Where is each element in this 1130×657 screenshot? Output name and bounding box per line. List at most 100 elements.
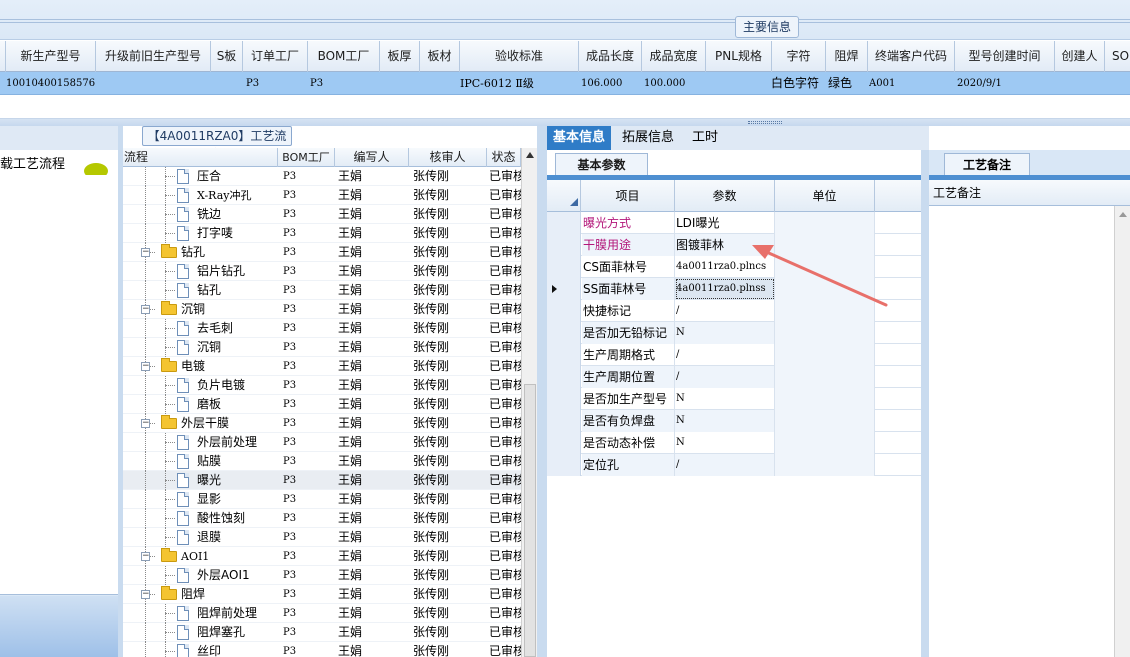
col-length[interactable]: 成品长度 bbox=[579, 41, 642, 72]
tree-row[interactable]: 贴膜 P3 王娟 张传刚 已审核 bbox=[123, 452, 521, 471]
param-unit[interactable] bbox=[775, 300, 875, 322]
param-unit[interactable] bbox=[775, 256, 875, 278]
tree-col-reviewer[interactable]: 核审人 bbox=[409, 148, 487, 167]
param-value[interactable]: N bbox=[675, 322, 775, 344]
tree-row[interactable]: 退膜 P3 王娟 张传刚 已审核 bbox=[123, 528, 521, 547]
param-row[interactable]: 曝光方式 LDI曝光 bbox=[547, 212, 921, 234]
horizontal-splitter[interactable] bbox=[0, 119, 1130, 126]
param-unit[interactable] bbox=[775, 454, 875, 476]
param-value[interactable]: / bbox=[675, 366, 775, 388]
tree-row[interactable]: 酸性蚀刻 P3 王娟 张传刚 已审核 bbox=[123, 509, 521, 528]
tab-process-notes[interactable]: 工艺备注 bbox=[944, 153, 1030, 176]
tree-row[interactable]: 显影 P3 王娟 张传刚 已审核 bbox=[123, 490, 521, 509]
param-value[interactable]: LDI曝光 bbox=[675, 212, 775, 234]
col-order-factory[interactable]: 订单工厂 bbox=[243, 41, 308, 72]
param-row[interactable]: 快捷标记 / bbox=[547, 300, 921, 322]
param-unit[interactable] bbox=[775, 432, 875, 454]
param-value[interactable]: / bbox=[675, 300, 775, 322]
col-width[interactable]: 成品宽度 bbox=[642, 41, 706, 72]
tree-folder-row[interactable]: − 外层干膜 P3 王娟 张传刚 已审核 bbox=[123, 414, 521, 433]
tree-row[interactable]: 打字唛 P3 王娟 张传刚 已审核 bbox=[123, 224, 521, 243]
col-standard[interactable]: 验收标准 bbox=[460, 41, 579, 72]
param-col-item[interactable]: 项目 bbox=[581, 180, 675, 212]
param-value[interactable]: N bbox=[675, 432, 775, 454]
tree-row[interactable]: 丝印 P3 王娟 张传刚 已审核 bbox=[123, 642, 521, 657]
col-created[interactable]: 型号创建时间 bbox=[955, 41, 1055, 72]
col-bom-factory[interactable]: BOM工厂 bbox=[308, 41, 380, 72]
param-unit[interactable] bbox=[775, 344, 875, 366]
param-unit[interactable] bbox=[775, 212, 875, 234]
col-old-model[interactable]: 升级前旧生产型号 bbox=[96, 41, 211, 72]
tree-row[interactable]: 钻孔 P3 王娟 张传刚 已审核 bbox=[123, 281, 521, 300]
param-unit[interactable] bbox=[775, 322, 875, 344]
param-unit[interactable] bbox=[775, 278, 875, 300]
tab-basic-params[interactable]: 基本参数 bbox=[555, 153, 648, 176]
param-row[interactable]: CS面菲林号 4a0011rza0.plncs bbox=[547, 256, 921, 278]
tree-row[interactable]: 负片电镀 P3 王娟 张传刚 已审核 bbox=[123, 376, 521, 395]
tab-work-hours[interactable]: 工时 bbox=[683, 126, 727, 150]
collapse-icon[interactable]: − bbox=[141, 305, 150, 314]
collapse-icon[interactable]: − bbox=[141, 362, 150, 371]
param-row[interactable]: 定位孔 / bbox=[547, 454, 921, 476]
param-row[interactable]: 是否动态补偿 N bbox=[547, 432, 921, 454]
tree-row[interactable]: 铝片钻孔 P3 王娟 张传刚 已审核 bbox=[123, 262, 521, 281]
col-so[interactable]: SO bbox=[1105, 41, 1130, 72]
col-thickness[interactable]: 板厚 bbox=[380, 41, 420, 72]
param-unit[interactable] bbox=[775, 410, 875, 432]
col-creator[interactable]: 创建人 bbox=[1055, 41, 1105, 72]
param-unit[interactable] bbox=[775, 388, 875, 410]
grid-row-selected[interactable]: 10010400158576 P3 P3 IPC-6012 Ⅱ级 106.000… bbox=[0, 72, 1130, 95]
vertical-splitter-middle[interactable] bbox=[537, 126, 547, 657]
param-row[interactable]: 是否有负焊盘 N bbox=[547, 410, 921, 432]
param-row[interactable]: 是否加无铅标记 N bbox=[547, 322, 921, 344]
tree-row[interactable]: 沉铜 P3 王娟 张传刚 已审核 bbox=[123, 338, 521, 357]
param-unit[interactable] bbox=[775, 234, 875, 256]
param-value[interactable]: 4a0011rza0.plncs bbox=[675, 256, 775, 278]
tree-row[interactable]: X-Ray冲孔 P3 王娟 张传刚 已审核 bbox=[123, 186, 521, 205]
tab-extended-info[interactable]: 拓展信息 bbox=[613, 126, 683, 150]
tree-row[interactable]: 铣边 P3 王娟 张传刚 已审核 bbox=[123, 205, 521, 224]
col-pnl[interactable]: PNL规格 bbox=[706, 41, 772, 72]
collapse-icon[interactable]: − bbox=[141, 419, 150, 428]
vertical-splitter-right[interactable] bbox=[921, 150, 929, 657]
param-value[interactable]: / bbox=[675, 454, 775, 476]
tree-folder-row[interactable]: − 沉铜 P3 王娟 张传刚 已审核 bbox=[123, 300, 521, 319]
param-value[interactable]: / bbox=[675, 344, 775, 366]
tree-folder-row[interactable]: − AOI1 P3 王娟 张传刚 已审核 bbox=[123, 547, 521, 566]
tree-row[interactable]: 外层AOI1 P3 王娟 张传刚 已审核 bbox=[123, 566, 521, 585]
param-col-unit[interactable]: 单位 bbox=[775, 180, 875, 212]
param-row[interactable]: 生产周期位置 / bbox=[547, 366, 921, 388]
tree-row[interactable]: 阻焊塞孔 P3 王娟 张传刚 已审核 bbox=[123, 623, 521, 642]
param-col-value[interactable]: 参数 bbox=[675, 180, 775, 212]
tree-folder-row[interactable]: − 钻孔 P3 王娟 张传刚 已审核 bbox=[123, 243, 521, 262]
col-material[interactable]: 板材 bbox=[420, 41, 460, 72]
param-row[interactable]: 干膜用途 图镀菲林 bbox=[547, 234, 921, 256]
tree-col-writer[interactable]: 编写人 bbox=[335, 148, 409, 167]
tree-row[interactable]: 外层前处理 P3 王娟 张传刚 已审核 bbox=[123, 433, 521, 452]
collapse-icon[interactable]: − bbox=[141, 590, 150, 599]
param-value[interactable]: 图镀菲林 bbox=[675, 234, 775, 256]
tree-scrollbar[interactable] bbox=[521, 148, 537, 657]
process-notes-area[interactable] bbox=[929, 206, 1114, 657]
tree-col-status[interactable]: 状态 bbox=[487, 148, 521, 167]
col-s-board[interactable]: S板 bbox=[211, 41, 243, 72]
notes-scrollbar[interactable] bbox=[1114, 206, 1130, 657]
tree-folder-row[interactable]: − 电镀 P3 王娟 张传刚 已审核 bbox=[123, 357, 521, 376]
tree-row[interactable]: 压合 P3 王娟 张传刚 已审核 bbox=[123, 167, 521, 186]
collapse-icon[interactable]: − bbox=[141, 248, 150, 257]
col-new-model[interactable]: 新生产型号 bbox=[6, 41, 96, 72]
tab-main-info[interactable]: 主要信息 bbox=[735, 16, 799, 38]
col-mask[interactable]: 阻焊 bbox=[826, 41, 868, 72]
tree-folder-row[interactable]: − 阻焊 P3 王娟 张传刚 已审核 bbox=[123, 585, 521, 604]
tab-basic-info[interactable]: 基本信息 bbox=[547, 126, 611, 150]
tree-col-flow[interactable]: 流程 bbox=[123, 148, 278, 167]
col-char[interactable]: 字符 bbox=[772, 41, 826, 72]
col-customer[interactable]: 终端客户代码 bbox=[868, 41, 955, 72]
tree-row[interactable]: 去毛刺 P3 王娟 张传刚 已审核 bbox=[123, 319, 521, 338]
tree-col-bom[interactable]: BOM工厂 bbox=[278, 148, 335, 167]
param-value[interactable]: N bbox=[675, 388, 775, 410]
param-row[interactable]: 是否加生产型号 N bbox=[547, 388, 921, 410]
param-row[interactable]: 生产周期格式 / bbox=[547, 344, 921, 366]
collapse-icon[interactable]: − bbox=[141, 552, 150, 561]
tree-row[interactable]: 曝光 P3 王娟 张传刚 已审核 bbox=[123, 471, 521, 490]
